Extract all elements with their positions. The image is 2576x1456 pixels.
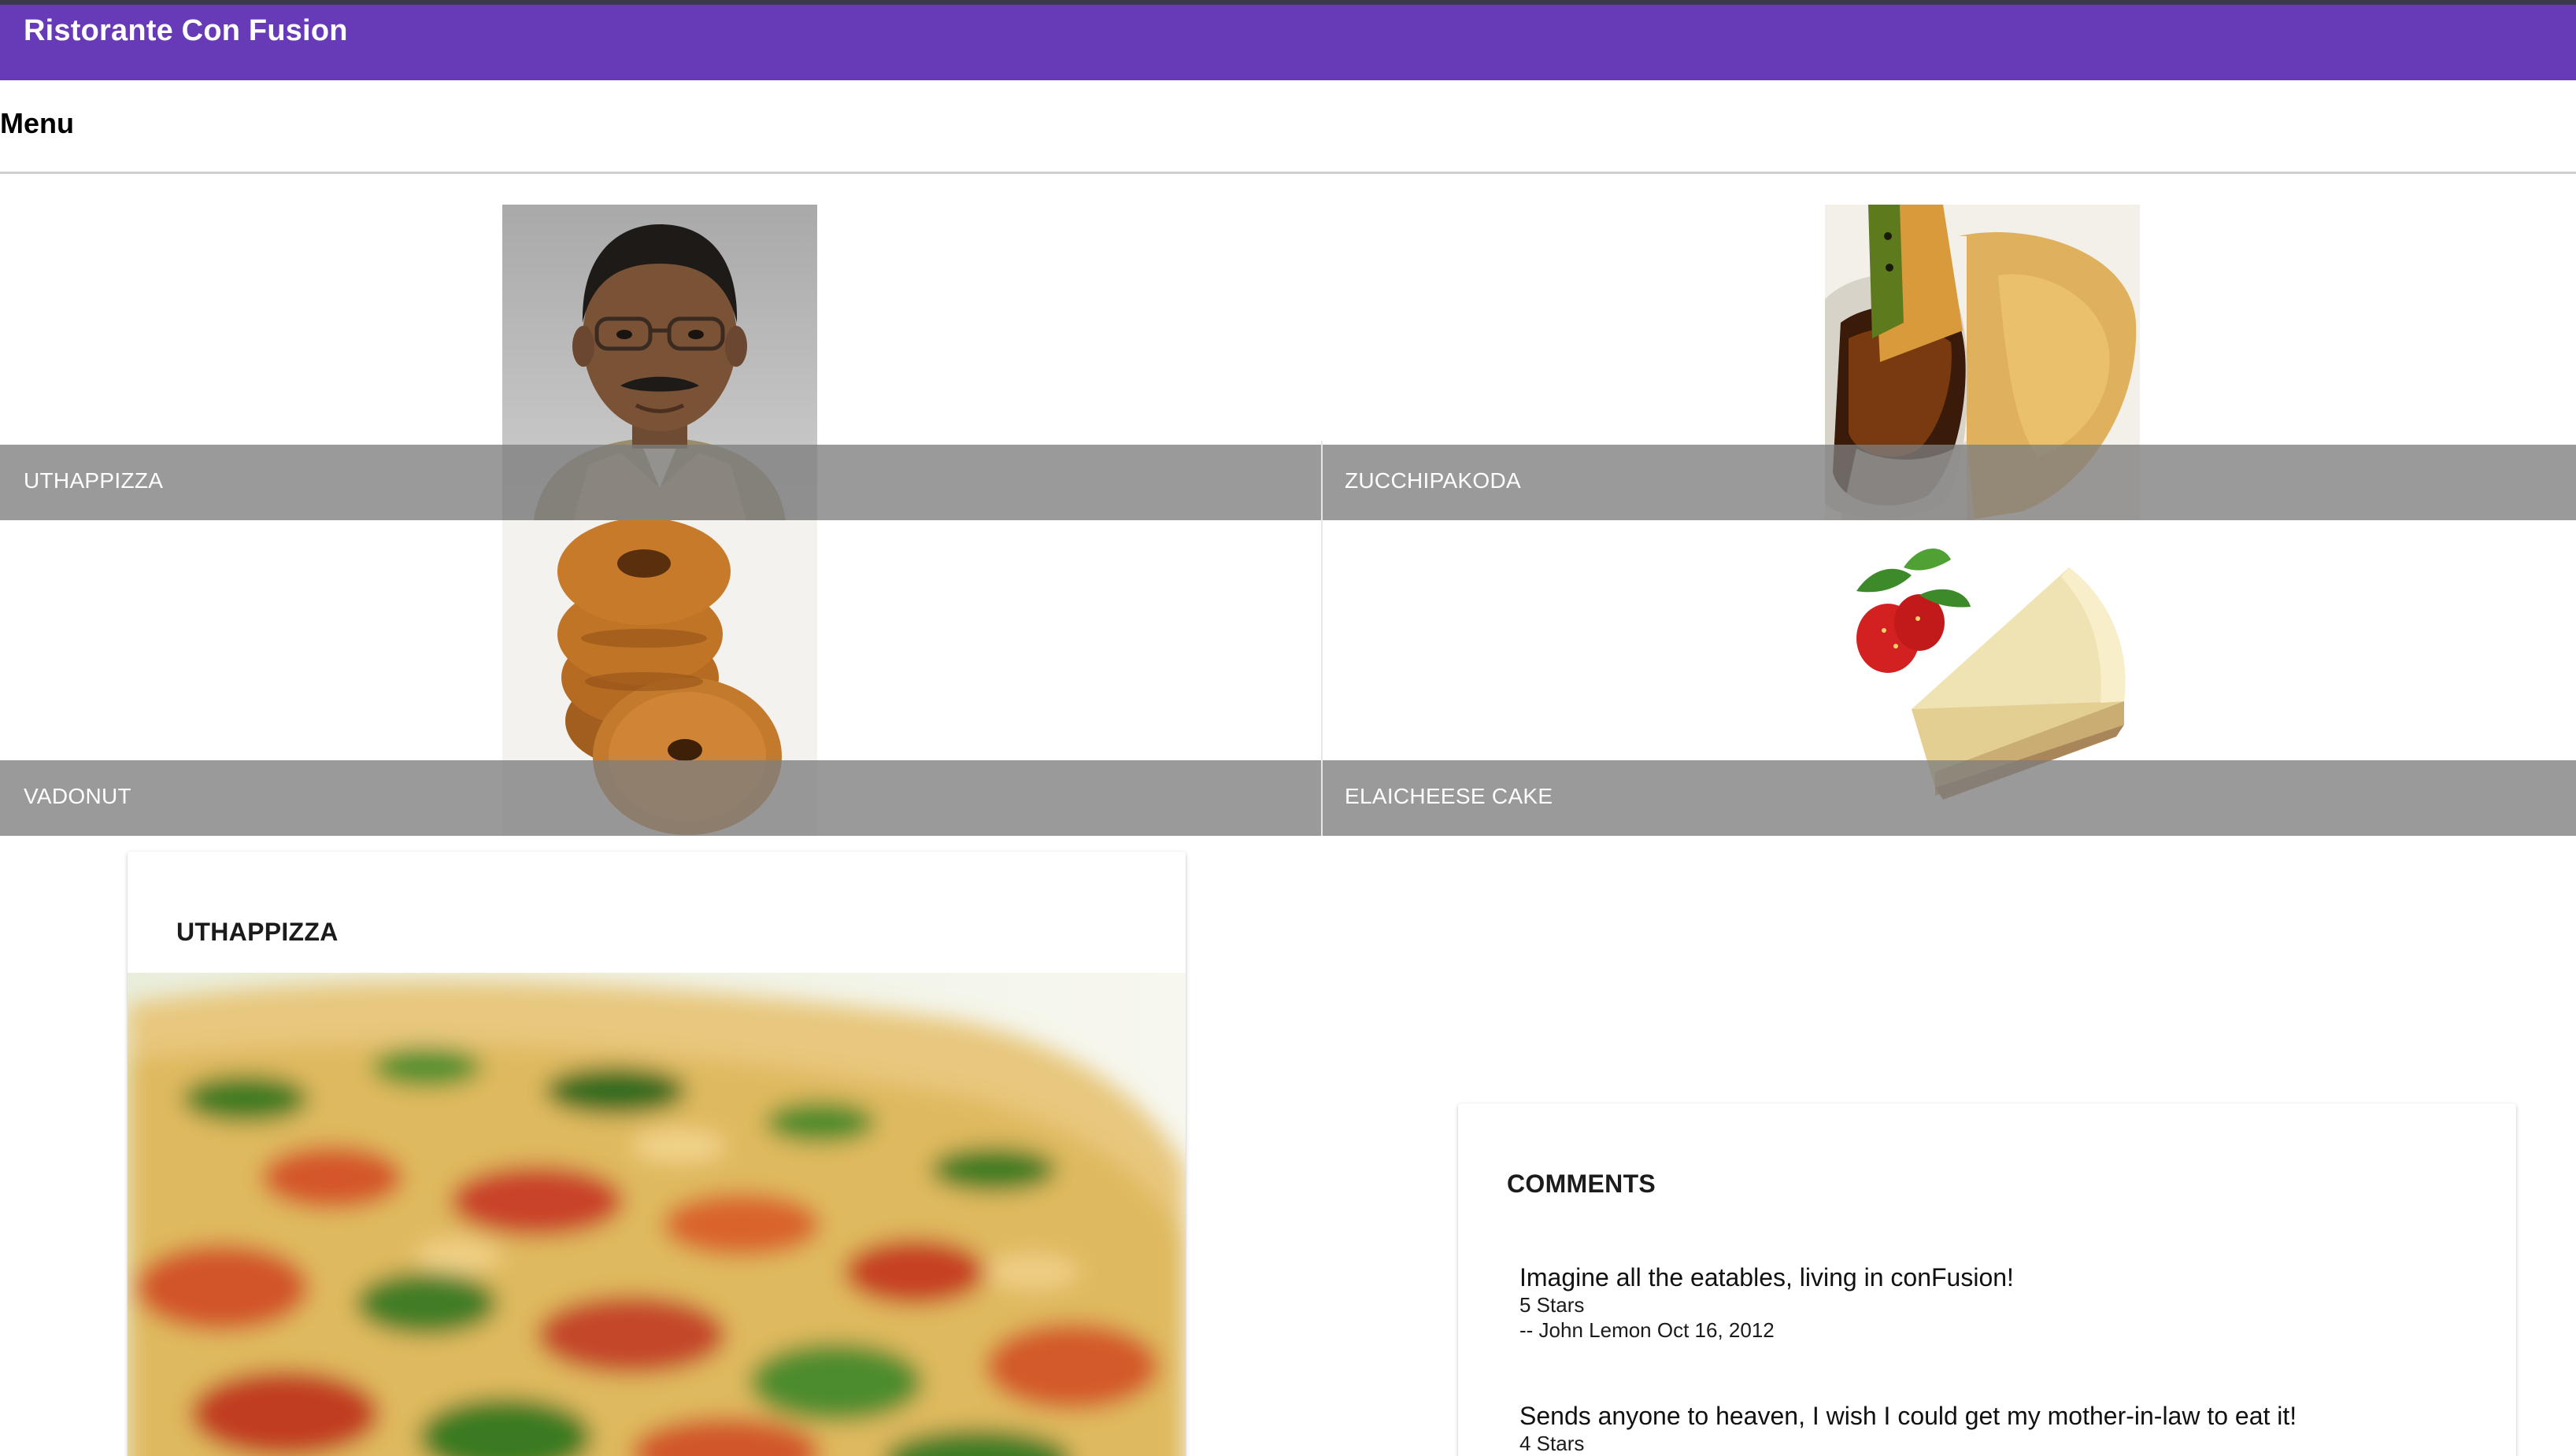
menu-divider — [0, 172, 2576, 174]
comment-rating: 4 Stars — [1519, 1432, 1585, 1455]
tile-footer: ZUCCHIPAKODA — [1321, 445, 2576, 520]
comment-text: Imagine all the eatables, living in conF… — [1519, 1263, 2014, 1292]
dish-detail-title: UTHAPPIZZA — [176, 918, 339, 946]
comment-author: -- John Lemon Oct 16, 2012 — [1519, 1318, 1775, 1342]
dish-label: ELAICHEESE CAKE — [1345, 784, 1553, 808]
comment-rating: 5 Stars — [1519, 1293, 1585, 1317]
tile-footer: VADONUT — [0, 760, 1321, 836]
dish-grid: UTHAPPIZZA ZUCCHIPAKODA VADONUT ELAICHEE… — [0, 205, 2576, 836]
dish-label: UTHAPPIZZA — [24, 468, 164, 493]
grid-tile-uthappizza[interactable]: UTHAPPIZZA — [0, 205, 1321, 520]
dish-label: ZUCCHIPAKODA — [1345, 468, 1521, 493]
grid-tile-zucchipakoda[interactable]: ZUCCHIPAKODA — [1321, 205, 2576, 520]
tile-footer: UTHAPPIZZA — [0, 445, 1321, 520]
comments-heading: COMMENTS — [1507, 1170, 1656, 1198]
dish-detail-card: UTHAPPIZZA — [128, 852, 1186, 1456]
grid-tile-elaicheese-cake[interactable]: ELAICHEESE CAKE — [1321, 520, 2576, 836]
menu-heading: Menu — [0, 107, 74, 139]
comment-item: Imagine all the eatables, living in conF… — [1519, 1262, 2014, 1343]
dish-label: VADONUT — [24, 784, 131, 808]
tile-footer: ELAICHEESE CAKE — [1321, 760, 2576, 836]
grid-column-divider — [1321, 441, 1323, 836]
comment-item: Sends anyone to heaven, I wish I could g… — [1519, 1401, 2297, 1456]
app-toolbar: Ristorante Con Fusion — [0, 5, 2576, 80]
grid-tile-vadonut[interactable]: VADONUT — [0, 520, 1321, 836]
app-title[interactable]: Ristorante Con Fusion — [24, 14, 348, 48]
comments-card: COMMENTS Imagine all the eatables, livin… — [1458, 1103, 2516, 1456]
comment-text: Sends anyone to heaven, I wish I could g… — [1519, 1402, 2297, 1430]
dish-detail-image — [128, 973, 1186, 1456]
